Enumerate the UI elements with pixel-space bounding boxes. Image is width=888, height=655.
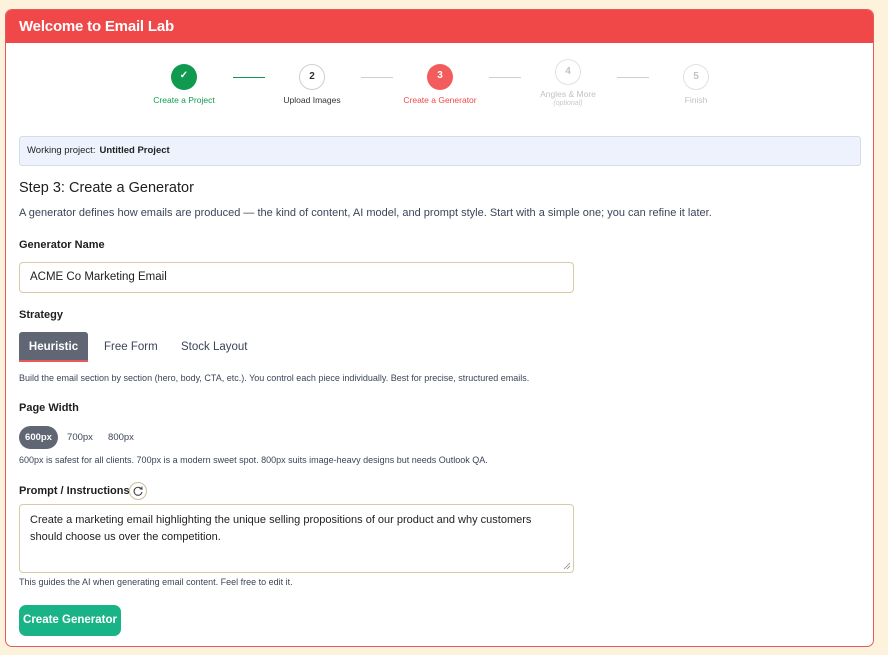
step-create-project[interactable]: ✓ Create a Project — [129, 64, 239, 105]
strategy-help-text: Build the email section by section (hero… — [19, 373, 530, 383]
step-label: Upload Images — [283, 95, 341, 105]
working-project-banner: Working project: Untitled Project — [19, 136, 861, 166]
width-700-option[interactable]: 700px — [64, 426, 96, 449]
step-number: 4 — [555, 59, 581, 85]
working-project-name: Untitled Project — [99, 145, 170, 156]
prompt-label: Prompt / Instructions — [19, 485, 130, 497]
strategy-heuristic-option[interactable]: Heuristic — [19, 332, 88, 362]
step-description: A generator defines how emails are produ… — [19, 207, 712, 219]
welcome-card: Welcome to Email Lab ✓ Create a Project … — [5, 9, 874, 647]
strategy-label: Strategy — [19, 309, 64, 321]
generator-name-label: Generator Name — [19, 239, 105, 251]
step-title: Step 3: Create a Generator — [19, 180, 194, 196]
prompt-help-text: This guides the AI when generating email… — [19, 577, 293, 587]
prompt-textarea[interactable]: Create a marketing email highlighting th… — [19, 504, 574, 573]
step-number: 3 — [427, 64, 453, 90]
width-600-option[interactable]: 600px — [19, 426, 58, 449]
working-project-label: Working project: — [27, 145, 96, 156]
step-create-generator[interactable]: 3 Create a Generator — [385, 64, 495, 105]
page-width-help-text: 600px is safest for all clients. 700px i… — [19, 455, 488, 465]
refresh-icon[interactable] — [129, 482, 147, 500]
step-label: Create a Project — [153, 95, 215, 105]
width-800-option[interactable]: 800px — [105, 426, 137, 449]
step-label: Angles & More — [540, 89, 596, 99]
prompt-text: Create a marketing email highlighting th… — [30, 514, 532, 543]
step-label: Finish — [684, 95, 708, 105]
create-generator-button[interactable]: Create Generator — [19, 605, 121, 636]
stepper: ✓ Create a Project 2 Upload Images 3 Cre… — [6, 59, 873, 123]
step-finish[interactable]: 5 Finish — [641, 64, 751, 105]
card-header: Welcome to Email Lab — [6, 10, 873, 43]
strategy-stock-layout-option[interactable]: Stock Layout — [181, 332, 247, 362]
step-number: 2 — [299, 64, 325, 90]
step-optional-note: (optional) — [553, 100, 583, 107]
step-label: Create a Generator — [403, 95, 477, 105]
step-angles-more[interactable]: 4 Angles & More (optional) — [513, 59, 623, 108]
generator-name-input[interactable]: ACME Co Marketing Email — [19, 262, 574, 293]
page-width-label: Page Width — [19, 402, 79, 414]
strategy-free-form-option[interactable]: Free Form — [104, 332, 158, 362]
resize-handle-icon[interactable] — [563, 562, 571, 570]
check-icon: ✓ — [171, 64, 197, 90]
step-number: 5 — [683, 64, 709, 90]
step-upload-images[interactable]: 2 Upload Images — [257, 64, 367, 105]
